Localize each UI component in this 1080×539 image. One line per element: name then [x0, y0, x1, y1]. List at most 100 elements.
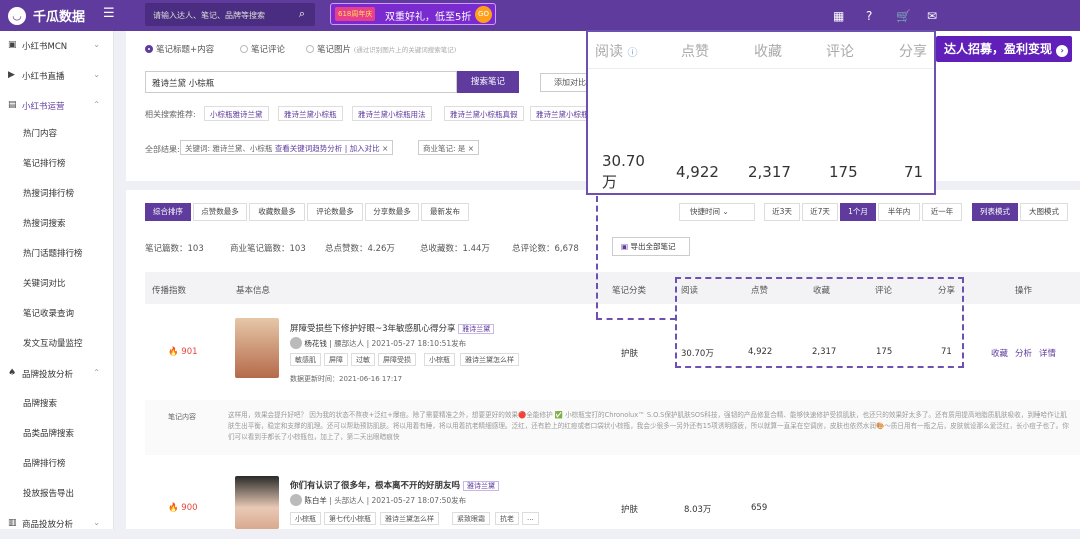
- sort-tab[interactable]: 收藏数最多: [249, 203, 305, 221]
- note-tag[interactable]: 雅诗兰黛怎么样: [460, 353, 519, 366]
- hl-like-header: 点赞: [681, 44, 709, 60]
- time-tab[interactable]: 近7天: [802, 203, 838, 221]
- sidebar-sub-report-export[interactable]: 投放报告导出: [23, 487, 74, 499]
- radio-dot: [145, 45, 153, 53]
- related-tag[interactable]: 小棕瓶雅诗兰黛: [204, 106, 269, 121]
- commercial-chip[interactable]: 商业笔记: 是 ×: [418, 140, 480, 155]
- note-tag[interactable]: 雅诗兰黛怎么样: [380, 512, 439, 525]
- radio-label: 笔记图片: [317, 45, 352, 55]
- detail-action[interactable]: 详情: [1039, 347, 1056, 359]
- logo-icon: ◡: [8, 7, 26, 25]
- export-button[interactable]: ▣ 导出全部笔记: [612, 237, 690, 256]
- sidebar-sub-topic-rank[interactable]: 热门话题排行榜: [23, 247, 83, 259]
- stat-likes: 总点赞数：4.26万: [325, 244, 395, 254]
- list-mode-tab[interactable]: 列表模式: [972, 203, 1018, 221]
- note-tag[interactable]: 敏感肌: [290, 353, 321, 366]
- sort-tab[interactable]: 评论数最多: [307, 203, 363, 221]
- time-tab[interactable]: 近一年: [922, 203, 962, 221]
- note-tag[interactable]: 小棕瓶: [290, 512, 321, 525]
- related-tag[interactable]: 雅诗兰黛小棕瓶用法: [352, 106, 432, 121]
- time-select-label: 快捷时间: [690, 207, 720, 216]
- note-tag[interactable]: 过敏: [351, 353, 375, 366]
- menu-toggle-icon[interactable]: ☰: [103, 6, 115, 21]
- sidebar-item-label: 小红书运营: [22, 102, 65, 112]
- sidebar-item-product[interactable]: ▥ 商品投放分析 ⌄: [0, 509, 112, 539]
- radio-title-content[interactable]: 笔记标题+内容: [145, 43, 214, 55]
- sidebar-sub-brand-rank[interactable]: 品牌排行榜: [23, 457, 66, 469]
- stat-comments: 总评论数：6,678: [512, 244, 579, 254]
- hl-comment-value: 175: [829, 163, 858, 181]
- cart-icon[interactable]: 🛒: [896, 9, 911, 23]
- time-tab[interactable]: 1个月: [840, 203, 876, 221]
- sidebar-item-operation[interactable]: ▤ 小红书运营 ⌃: [0, 91, 112, 121]
- sidebar-sub-hot-word-rank[interactable]: 热搜词排行榜: [23, 187, 74, 199]
- analyze-action[interactable]: 分析: [1015, 347, 1032, 359]
- note-tag[interactable]: 抗老: [495, 512, 519, 525]
- brand-icon: ♠: [8, 368, 17, 378]
- time-select[interactable]: 快捷时间 ⌄: [679, 203, 755, 221]
- time-tab[interactable]: 半年内: [878, 203, 920, 221]
- author-name[interactable]: 杨花钱: [304, 339, 327, 348]
- promo-banner[interactable]: 618周年庆 双重好礼，低至5折 GO: [330, 3, 496, 25]
- sidebar-sub-hot-word-search[interactable]: 热搜词搜索: [23, 217, 66, 229]
- chevron-down-icon: ⌄: [93, 70, 100, 79]
- note-tag[interactable]: 小棕瓶: [424, 353, 455, 366]
- score-value: 🔥 901: [168, 347, 198, 357]
- sidebar-sub-brand-search[interactable]: 品牌搜索: [23, 397, 57, 409]
- global-search-input[interactable]: [153, 8, 283, 22]
- sidebar-sub-hot-content[interactable]: 热门内容: [23, 127, 57, 139]
- sidebar-sub-category-brand[interactable]: 品类品牌搜索: [23, 427, 74, 439]
- sort-tab[interactable]: 点赞数最多: [193, 203, 247, 221]
- related-tag[interactable]: 雅诗兰黛小棕瓶: [278, 106, 343, 121]
- app-logo-text: 千瓜数据: [33, 10, 86, 25]
- grid-icon[interactable]: ▦: [833, 9, 844, 23]
- chevron-down-icon: ⌄: [93, 518, 100, 527]
- search-notes-button[interactable]: 搜索笔记: [457, 71, 519, 93]
- product-icon: ▥: [8, 518, 17, 528]
- collect-action[interactable]: 收藏: [991, 347, 1008, 359]
- help-icon[interactable]: ?: [866, 9, 872, 23]
- related-tag[interactable]: 雅诗兰黛小棕瓶: [530, 106, 595, 121]
- sort-tab[interactable]: 最新发布: [421, 203, 469, 221]
- note-tag[interactable]: 第七代小棕瓶: [324, 512, 376, 525]
- author-name[interactable]: 陈白羊: [304, 496, 327, 505]
- sidebar-item-mcn[interactable]: ▣ 小红书MCN ⌄: [0, 31, 112, 61]
- time-tab[interactable]: 近3天: [764, 203, 800, 221]
- grid-mode-tab[interactable]: 大图模式: [1020, 203, 1068, 221]
- note-title[interactable]: 屏障受损些下修护好眼~3年敏感肌心得分享 雅诗兰黛: [290, 322, 495, 334]
- keyword-input[interactable]: 雅诗兰黛 小棕瓶: [145, 71, 457, 93]
- note-category: 护肤: [621, 505, 639, 515]
- promo-text: 双重好礼，低至5折: [385, 12, 472, 23]
- related-tag[interactable]: 雅诗兰黛小棕瓶真假: [444, 106, 524, 121]
- radio-comment[interactable]: 笔记评论: [240, 43, 285, 55]
- note-thumbnail[interactable]: [235, 318, 279, 378]
- search-icon[interactable]: ⌕: [299, 7, 305, 21]
- avatar: [290, 337, 302, 349]
- sidebar-sub-monitor[interactable]: 发文互动量监控: [23, 337, 83, 349]
- sidebar-item-brand[interactable]: ♠ 品牌投放分析 ⌃: [0, 359, 112, 389]
- mail-icon[interactable]: ✉: [927, 9, 937, 23]
- sidebar-sub-keyword-compare[interactable]: 关键词对比: [23, 277, 66, 289]
- sort-tab[interactable]: 分享数最多: [365, 203, 419, 221]
- sidebar-sub-note-rank[interactable]: 笔记排行榜: [23, 157, 66, 169]
- promo-go-button[interactable]: GO: [475, 6, 492, 23]
- radio-hint: (通过识别图片上的关键词搜索笔记): [353, 46, 457, 54]
- radio-image[interactable]: 笔记图片 (通过识别图片上的关键词搜索笔记): [306, 43, 456, 55]
- callout-line: [596, 196, 598, 318]
- sidebar-item-label: 小红书直播: [22, 72, 65, 82]
- recruit-banner[interactable]: 达人招募，盈利变现 ›: [936, 36, 1072, 62]
- sort-tab[interactable]: 综合排序: [145, 203, 191, 221]
- note-title[interactable]: 你们有认识了很多年，根本离不开的好朋友吗 雅诗兰黛: [290, 479, 499, 491]
- note-tag[interactable]: ...: [522, 512, 539, 525]
- note-tag[interactable]: 屏障: [324, 353, 348, 366]
- note-tag[interactable]: 屏障受损: [378, 353, 416, 366]
- trend-link[interactable]: 查看关键词趋势分析 | 加入对比: [275, 144, 380, 153]
- export-icon: ▣: [621, 242, 629, 251]
- sidebar-sub-note-index[interactable]: 笔记收录查询: [23, 307, 74, 319]
- note-title-text: 屏障受损些下修护好眼~3年敏感肌心得分享: [290, 324, 456, 334]
- note-thumbnail[interactable]: [235, 476, 279, 529]
- keyword-chip[interactable]: 关键词: 雅诗兰黛、小棕瓶 查看关键词趋势分析 | 加入对比 ×: [180, 140, 394, 155]
- chevron-up-icon: ⌃: [93, 100, 100, 109]
- sidebar-item-live[interactable]: ▶ 小红书直播 ⌄: [0, 61, 112, 91]
- note-tag[interactable]: 紧致眼霜: [452, 512, 490, 525]
